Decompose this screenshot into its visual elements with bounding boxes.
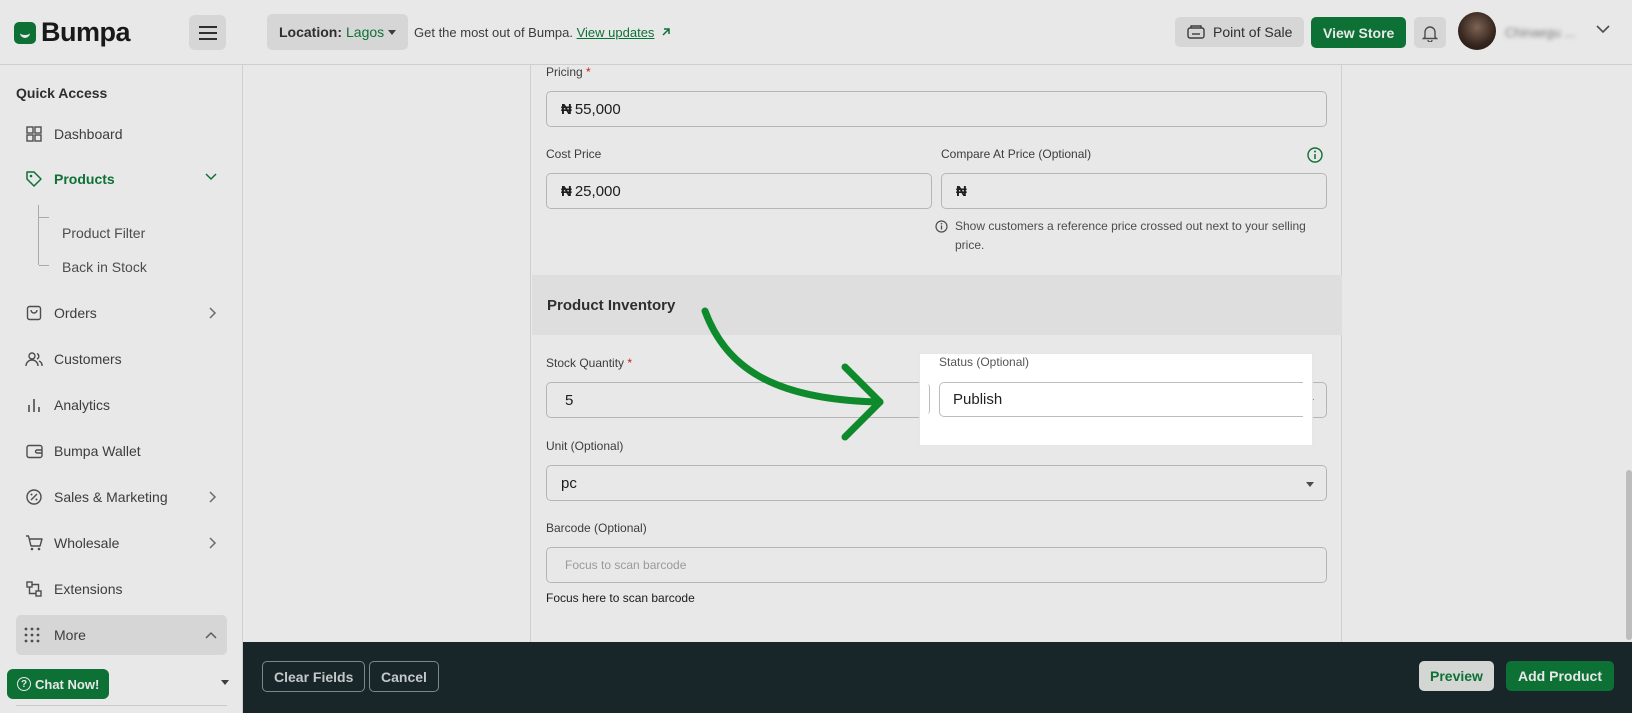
notifications-button[interactable] — [1414, 17, 1446, 48]
caret-down-icon — [1306, 482, 1314, 487]
status-label: Status (Optional) — [939, 355, 1030, 369]
help-icon: ? — [17, 677, 31, 691]
chevron-right-icon — [209, 537, 217, 549]
sidebar-item-sales-marketing[interactable]: Sales & Marketing — [16, 478, 227, 516]
add-product-button[interactable]: Add Product — [1506, 661, 1614, 691]
wallet-icon — [24, 441, 44, 461]
sidebar-item-label: Products — [54, 171, 115, 187]
sidebar-item-products[interactable]: Products — [16, 160, 227, 198]
sidebar-item-dashboard[interactable]: Dashboard — [16, 115, 227, 153]
promo-banner: Get the most out of Bumpa. View updates — [414, 25, 671, 40]
users-icon — [24, 349, 44, 369]
sidebar-subitem-back-in-stock[interactable]: Back in Stock — [62, 259, 147, 275]
submenu-tree-line — [38, 205, 50, 266]
top-bar: Bumpa Location: Lagos Get the most out o… — [0, 0, 1632, 65]
username[interactable]: Chinaegu ... — [1505, 25, 1575, 40]
location-value: Lagos — [346, 24, 385, 40]
stock-quantity-input[interactable]: 5 — [546, 382, 932, 418]
info-icon[interactable] — [1307, 147, 1323, 163]
promo-text: Get the most out of Bumpa. — [414, 25, 573, 40]
unit-select[interactable]: pc — [546, 465, 1327, 501]
view-store-button[interactable]: View Store — [1311, 17, 1407, 48]
chevron-down-icon — [205, 173, 217, 181]
chevron-right-icon — [209, 491, 217, 503]
scrollbar-thumb[interactable] — [1626, 470, 1632, 640]
sidebar-item-label: More — [54, 627, 86, 643]
clear-fields-button[interactable]: Clear Fields — [262, 661, 366, 692]
pricing-label: Pricing * — [546, 65, 591, 79]
pos-terminal-icon — [1187, 25, 1205, 39]
status-spotlight: Status (Optional) Publish — [920, 354, 1312, 445]
compare-at-price-input[interactable]: ₦ — [941, 173, 1327, 209]
info-icon — [935, 220, 948, 233]
compare-price-hint: Show customers a reference price crossed… — [935, 217, 1315, 255]
chat-now-button[interactable]: ? Chat Now! — [7, 669, 110, 699]
bar-chart-icon — [24, 395, 44, 415]
barcode-hint: Focus here to scan barcode — [546, 591, 695, 605]
sidebar-item-orders[interactable]: Orders — [16, 294, 227, 332]
divider — [16, 705, 227, 706]
point-of-sale-button[interactable]: Point of Sale — [1175, 17, 1305, 47]
location-label: Location: — [279, 24, 342, 40]
external-arrow-icon — [662, 28, 670, 36]
naira-icon: ₦ — [956, 182, 967, 200]
bell-icon — [1422, 25, 1438, 42]
sidebar-item-label: Extensions — [54, 581, 123, 597]
bag-icon — [24, 303, 44, 323]
sidebar-item-label: Orders — [54, 305, 97, 321]
caret-down-icon[interactable] — [221, 680, 229, 685]
view-updates-link[interactable]: View updates — [577, 25, 655, 40]
barcode-label: Barcode (Optional) — [546, 521, 647, 535]
hamburger-menu-button[interactable] — [189, 15, 226, 50]
sidebar-item-label: Dashboard — [54, 126, 123, 142]
naira-icon: ₦ — [561, 100, 572, 118]
compare-at-price-label: Compare At Price (Optional) — [941, 147, 1092, 161]
sidebar-item-extensions[interactable]: Extensions — [16, 570, 227, 608]
form-action-bar: Clear Fields Cancel Preview Add Product — [243, 642, 1632, 713]
section-title: Product Inventory — [547, 297, 676, 314]
stock-quantity-label: Stock Quantity * — [546, 356, 633, 370]
chevron-right-icon — [209, 307, 217, 319]
dots-grid-icon — [24, 627, 40, 643]
stock-input-edge — [927, 384, 930, 414]
sidebar-item-label: Customers — [54, 351, 122, 367]
sidebar-item-bumpa-wallet[interactable]: Bumpa Wallet — [16, 432, 227, 470]
cost-price-input[interactable]: ₦ 25,000 — [546, 173, 932, 209]
sidebar-subitem-product-filter[interactable]: Product Filter — [62, 225, 145, 241]
sidebar-item-label: Analytics — [54, 397, 111, 413]
cancel-button[interactable]: Cancel — [369, 661, 439, 692]
pricing-input[interactable]: ₦ 55,000 — [546, 91, 1327, 127]
chevron-up-icon — [205, 631, 217, 639]
percent-icon — [24, 487, 44, 507]
status-select[interactable]: Publish — [939, 382, 1303, 417]
product-inventory-section: Product Inventory — [532, 275, 1342, 335]
avatar[interactable] — [1458, 12, 1496, 50]
chevron-down-icon[interactable] — [1596, 24, 1610, 34]
pos-label: Point of Sale — [1213, 24, 1293, 40]
sidebar: Quick Access Dashboard Products Product … — [0, 65, 243, 713]
bumpa-logo[interactable]: Bumpa — [14, 17, 131, 48]
barcode-input[interactable]: Focus to scan barcode — [546, 547, 1327, 583]
extensions-icon — [24, 579, 44, 599]
cost-price-label: Cost Price — [546, 147, 602, 161]
sidebar-item-label: Wholesale — [54, 535, 120, 551]
quick-access-title: Quick Access — [16, 85, 108, 101]
tag-icon — [24, 169, 44, 189]
location-selector[interactable]: Location: Lagos — [267, 14, 409, 50]
brand-name: Bumpa — [41, 17, 131, 47]
naira-icon: ₦ — [561, 182, 572, 200]
caret-down-icon — [388, 29, 397, 35]
cart-icon — [24, 533, 44, 553]
sidebar-item-wholesale[interactable]: Wholesale — [16, 524, 227, 562]
sidebar-item-label: Bumpa Wallet — [54, 443, 141, 459]
preview-button[interactable]: Preview — [1419, 661, 1494, 691]
sidebar-item-more[interactable]: More — [16, 615, 227, 655]
bumpa-logo-mark — [14, 21, 36, 44]
sidebar-item-label: Sales & Marketing — [54, 489, 168, 505]
grid-icon — [24, 124, 44, 144]
unit-label: Unit (Optional) — [546, 439, 624, 453]
sidebar-item-customers[interactable]: Customers — [16, 340, 227, 378]
sidebar-item-analytics[interactable]: Analytics — [16, 386, 227, 424]
chat-now-label: Chat Now! — [35, 676, 100, 692]
